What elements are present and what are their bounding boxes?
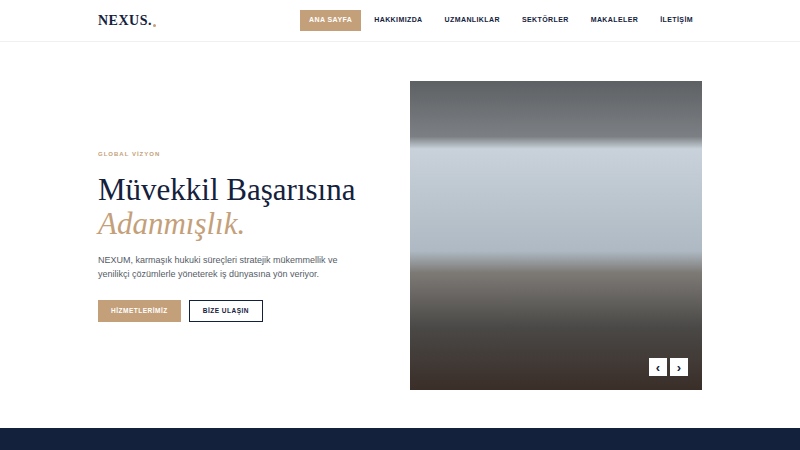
nav-item[interactable]: SEKTÖRLER	[513, 10, 578, 31]
hero-title-accent: Adanmışlık.	[98, 207, 388, 241]
carousel-controls: ‹ ›	[649, 358, 688, 376]
eyebrow: GLOBAL VİZYON	[98, 150, 388, 159]
nav-item[interactable]: UZMANLIKLAR	[436, 10, 509, 31]
site-header: NEXUS. ANA SAYFAHAKKIMIZDAUZMANLIKLARSEK…	[0, 0, 800, 42]
main-nav: ANA SAYFAHAKKIMIZDAUZMANLIKLARSEKTÖRLERM…	[300, 10, 702, 31]
hero-buttons: HİZMETLERİMİZ BİZE ULAŞIN	[98, 300, 388, 322]
nav-item[interactable]: HAKKIMIZDA	[365, 10, 431, 31]
carousel-prev-button[interactable]: ‹	[649, 358, 667, 376]
nav-item[interactable]: İLETİŞİM	[651, 10, 702, 31]
logo[interactable]: NEXUS.	[98, 14, 156, 28]
hero: GLOBAL VİZYON Müvekkil Başarısına Adanmı…	[0, 42, 800, 428]
nav-item[interactable]: ANA SAYFA	[300, 10, 361, 31]
logo-text[interactable]: NEXUS.	[98, 14, 152, 28]
services-button[interactable]: HİZMETLERİMİZ	[98, 300, 181, 322]
carousel-next-button[interactable]: ›	[670, 358, 688, 376]
hero-image: ‹ ›	[410, 81, 702, 390]
logo-dot-icon	[153, 24, 156, 27]
contact-button[interactable]: BİZE ULAŞIN	[189, 300, 263, 322]
dark-band	[0, 428, 800, 450]
hero-text: GLOBAL VİZYON Müvekkil Başarısına Adanmı…	[98, 150, 388, 322]
hero-title: Müvekkil Başarısına	[98, 173, 388, 207]
hero-description: NEXUM, karmaşık hukuki süreçleri stratej…	[98, 253, 353, 281]
nav-item[interactable]: MAKALELER	[582, 10, 648, 31]
